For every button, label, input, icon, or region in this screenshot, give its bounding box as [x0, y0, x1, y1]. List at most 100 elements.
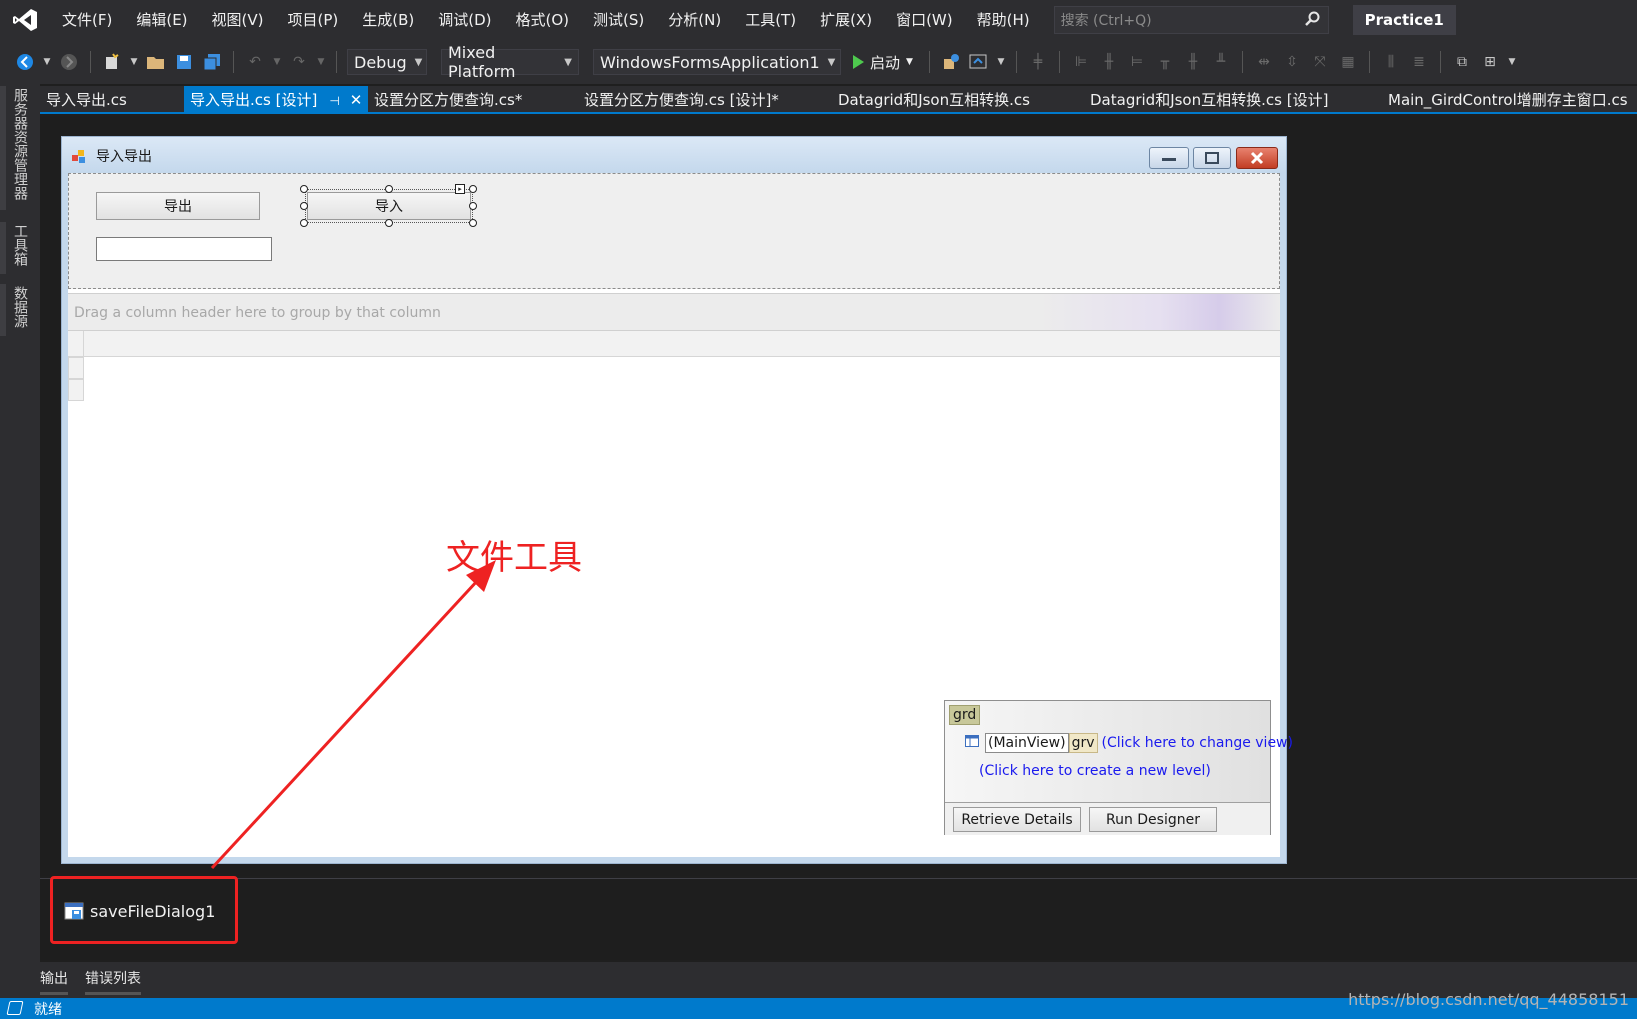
chevron-down-icon[interactable]: ▼ — [316, 51, 326, 73]
new-project-icon[interactable] — [101, 51, 123, 73]
tab-datagrid-json-design[interactable]: Datagrid和Json互相转换.cs [设计] — [1084, 86, 1334, 114]
solution-configuration-select[interactable]: Debug ▼ — [347, 49, 427, 75]
browser-link-icon[interactable] — [940, 51, 962, 73]
align-lefts-icon[interactable]: ⊫ — [1070, 51, 1092, 73]
resize-handle[interactable] — [300, 219, 308, 227]
horizontal-spacing-icon[interactable]: ⫼ — [1380, 51, 1402, 73]
grid-row-indicator[interactable] — [68, 357, 84, 379]
designer-button-strip: Retrieve Details Run Designer — [945, 802, 1270, 835]
align-to-grid-icon[interactable]: ╪ — [1027, 51, 1049, 73]
watermark-url: https://blog.csdn.net/qq_44858151 — [1348, 990, 1629, 1009]
bring-to-front-icon[interactable]: ⧉ — [1451, 51, 1473, 73]
tab-partition-query-design[interactable]: 设置分区方便查询.cs [设计]* — [578, 86, 785, 114]
file-path-textbox[interactable] — [96, 237, 272, 261]
menu-edit[interactable]: 编辑(E) — [124, 0, 199, 40]
smart-tag-glyph-icon[interactable]: ▸ — [455, 184, 465, 194]
main-view-label[interactable]: (MainView) — [985, 733, 1069, 753]
resize-handle[interactable] — [300, 202, 308, 210]
side-tab-server-explorer[interactable]: 服务器资源管理器 — [10, 88, 30, 200]
tab-output[interactable]: 输出 — [40, 968, 68, 995]
export-button[interactable]: 导出 — [96, 192, 260, 220]
chevron-down-icon[interactable]: ▼ — [129, 51, 139, 73]
align-middles-icon[interactable]: ╫ — [1182, 51, 1204, 73]
form-app-icon — [72, 149, 86, 163]
resize-handle[interactable] — [469, 202, 477, 210]
grid-indicator-header — [68, 331, 84, 356]
toolbar-separator — [233, 51, 234, 73]
align-bottoms-icon[interactable]: ╨ — [1210, 51, 1232, 73]
pin-icon[interactable]: ⊣ — [329, 94, 339, 108]
menu-view[interactable]: 视图(V) — [200, 0, 276, 40]
play-icon — [853, 55, 864, 69]
menu-extensions[interactable]: 扩展(X) — [808, 0, 884, 40]
side-tab-data-sources[interactable]: 数据源 — [10, 286, 30, 328]
retrieve-details-button[interactable]: Retrieve Details — [953, 807, 1081, 832]
menu-file[interactable]: 文件(F) — [50, 0, 124, 40]
side-tab-toolbox[interactable]: 工具箱 — [10, 224, 30, 266]
make-same-height-icon[interactable]: ⇳ — [1281, 51, 1303, 73]
close-icon[interactable]: ✕ — [350, 91, 363, 109]
search-input[interactable]: 搜索 (Ctrl+Q) — [1053, 6, 1329, 34]
tab-import-export-design[interactable]: 导入导出.cs [设计] ⊣ ✕ — [184, 86, 369, 114]
resize-handle[interactable] — [385, 219, 393, 227]
menu-tools[interactable]: 工具(T) — [733, 0, 808, 40]
make-same-width-icon[interactable]: ⇹ — [1253, 51, 1275, 73]
menu-help[interactable]: 帮助(H) — [965, 0, 1042, 40]
navigate-forward-icon[interactable] — [58, 51, 80, 73]
chevron-down-icon[interactable]: ▼ — [272, 51, 282, 73]
menu-analyze[interactable]: 分析(N) — [656, 0, 733, 40]
save-icon[interactable] — [173, 51, 195, 73]
group-by-panel[interactable]: Drag a column header here to group by th… — [68, 293, 1280, 331]
change-view-link[interactable]: (Click here to change view) — [1102, 735, 1293, 751]
align-tops-icon[interactable]: ╥ — [1154, 51, 1176, 73]
size-to-grid-icon[interactable]: ▦ — [1337, 51, 1359, 73]
undo-icon[interactable]: ↶ — [244, 51, 266, 73]
menu-build[interactable]: 生成(B) — [350, 0, 426, 40]
chevron-down-icon: ▼ — [564, 56, 572, 68]
form-title-bar[interactable]: 导入导出 — [62, 137, 1286, 173]
chevron-down-icon[interactable]: ▼ — [996, 51, 1006, 73]
align-centers-icon[interactable]: ╫ — [1098, 51, 1120, 73]
top-panel[interactable]: 导出 导入 ▸ — [68, 173, 1280, 289]
grid-column-header[interactable] — [68, 331, 1280, 357]
save-all-icon[interactable] — [201, 51, 223, 73]
view-designer-icon[interactable] — [968, 51, 990, 73]
platform-value: Mixed Platform — [448, 43, 516, 81]
tab-main-gridcontrol-cs[interactable]: Main_GirdControl增删存主窗口.cs — [1382, 86, 1634, 114]
tab-partition-query-cs[interactable]: 设置分区方便查询.cs* — [368, 86, 528, 114]
grid-row-indicator[interactable] — [68, 379, 84, 401]
side-tool-windows: 服务器资源管理器 工具箱 数据源 — [0, 84, 40, 1000]
menu-format[interactable]: 格式(O) — [504, 0, 582, 40]
tab-datagrid-json-cs[interactable]: Datagrid和Json互相转换.cs — [832, 86, 1036, 114]
vertical-spacing-icon[interactable]: ≣ — [1408, 51, 1430, 73]
resize-handle[interactable] — [300, 185, 308, 193]
open-folder-icon[interactable] — [145, 51, 167, 73]
resize-handle[interactable] — [469, 219, 477, 227]
solution-platform-select[interactable]: Mixed Platform ▼ — [441, 43, 579, 81]
menu-test[interactable]: 测试(S) — [581, 0, 656, 40]
chevron-down-icon[interactable]: ▼ — [42, 51, 52, 73]
minimize-button[interactable] — [1149, 147, 1189, 169]
resize-handle[interactable] — [385, 185, 393, 193]
start-debugging-button[interactable]: 启动 ▼ — [847, 52, 919, 73]
menu-debug[interactable]: 调试(D) — [426, 0, 503, 40]
make-same-size-icon[interactable]: ⤧ — [1309, 51, 1331, 73]
resize-handle[interactable] — [469, 185, 477, 193]
grid-control-tag[interactable]: grd — [949, 705, 981, 725]
chevron-down-icon[interactable]: ▼ — [1507, 51, 1517, 73]
grid-view-tag[interactable]: grv — [1068, 733, 1098, 753]
menu-window[interactable]: 窗口(W) — [884, 0, 965, 40]
tab-import-export-cs[interactable]: 导入导出.cs — [40, 86, 133, 114]
align-rights-icon[interactable]: ⊨ — [1126, 51, 1148, 73]
redo-icon[interactable]: ↷ — [288, 51, 310, 73]
tab-error-list[interactable]: 错误列表 — [85, 968, 141, 995]
tab-order-icon[interactable]: ⊞ — [1479, 51, 1501, 73]
visual-studio-logo-icon[interactable] — [0, 0, 50, 40]
menu-project[interactable]: 项目(P) — [276, 0, 351, 40]
navigate-back-icon[interactable] — [14, 51, 36, 73]
close-button[interactable] — [1236, 147, 1278, 169]
run-designer-button[interactable]: Run Designer — [1089, 807, 1217, 832]
maximize-button[interactable] — [1193, 147, 1231, 169]
startup-project-select[interactable]: WindowsFormsApplication1 ▼ — [593, 49, 841, 75]
create-level-link[interactable]: (Click here to create a new level) — [979, 763, 1211, 779]
